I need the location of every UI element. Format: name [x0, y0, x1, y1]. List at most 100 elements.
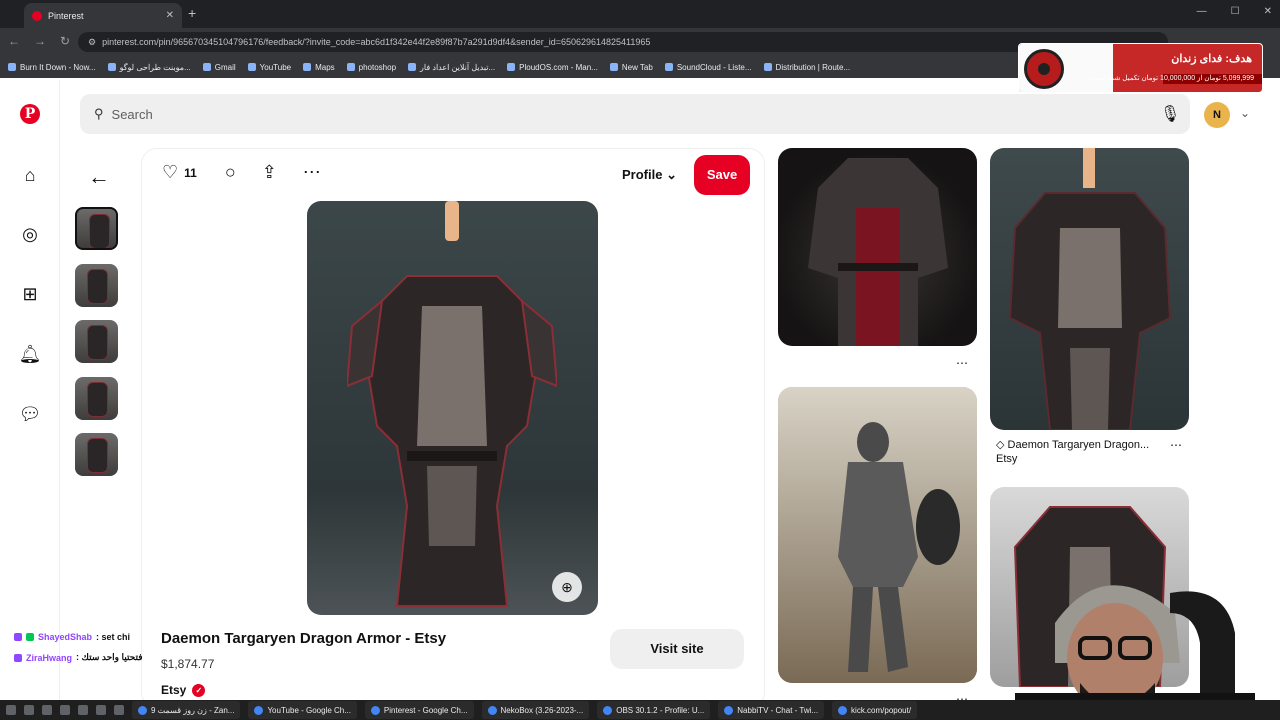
maximize-icon[interactable]: ☐ — [1231, 6, 1240, 17]
close-tab-icon[interactable]: ✕ — [166, 10, 174, 21]
close-window-icon[interactable]: ✕ — [1264, 6, 1272, 17]
comment-icon[interactable]: ○ — [225, 162, 236, 183]
pinterest-favicon-icon — [32, 10, 42, 21]
taskbar-item-label: NekoBox (3.26-2023-... — [500, 705, 584, 715]
bookmark-label: Distribution | Route... — [775, 62, 851, 72]
chat-message: ZiraHwang : فتحتيا واحد ستك — [14, 652, 143, 663]
taskbar-item[interactable]: NabbiTV - Chat - Twi... — [718, 701, 825, 719]
bookmark-item[interactable]: Distribution | Route... — [763, 62, 851, 72]
taskbar-app-icon — [838, 705, 848, 715]
bookmark-label: Maps — [315, 62, 335, 72]
taskbar-item[interactable]: Pinterest - Google Ch... — [364, 701, 474, 719]
webcam-overlay — [985, 553, 1255, 720]
bookmark-item[interactable]: photoshop — [346, 63, 396, 72]
pin-title: Daemon Targaryen Dragon Armor - Etsy — [161, 630, 447, 647]
sharingan-logo-icon — [1024, 49, 1064, 89]
new-tab-button[interactable]: + — [188, 5, 196, 21]
site-info-icon[interactable]: ⚙ — [88, 37, 96, 48]
taskbar-item[interactable]: kick.com/popout/ — [832, 701, 918, 719]
thumbnail-3[interactable] — [75, 320, 118, 363]
bookmark-favicon-icon — [346, 63, 355, 71]
bookmark-favicon-icon — [247, 63, 256, 71]
taskbar-app-icon — [370, 705, 380, 715]
related-pin-image[interactable] — [990, 148, 1189, 430]
taskbar-item[interactable]: زن روز قسمت 9 - Zan... — [132, 701, 241, 719]
url-text: pinterest.com/pin/965670345104796176/fee… — [102, 37, 651, 47]
armor-illustration — [347, 275, 557, 607]
search-bar[interactable]: ⚲ Search — [80, 94, 1190, 134]
taskbar-item-label: YouTube - Google Ch... — [267, 705, 351, 715]
pin-main-image[interactable] — [307, 201, 598, 615]
bookmark-item[interactable]: Gmail — [202, 62, 236, 72]
pin-caption-source: Etsy — [996, 453, 1018, 465]
home-icon[interactable]: ⌂ — [18, 163, 42, 187]
windows-start-icon[interactable] — [6, 705, 16, 715]
taskbar-app-icon — [487, 705, 497, 715]
browser-tab[interactable]: Pinterest ✕ — [24, 3, 182, 28]
forward-icon[interactable]: → — [34, 34, 46, 48]
firefox-icon[interactable] — [114, 705, 124, 715]
more-options-icon[interactable]: ⋯ — [303, 162, 321, 183]
task-view-icon[interactable] — [42, 705, 52, 715]
thumbnail-5[interactable] — [75, 433, 118, 476]
nav-buttons: ← → ↻ — [8, 34, 70, 48]
bookmark-label: Gmail — [214, 62, 236, 72]
minimize-icon[interactable]: — — [1197, 6, 1207, 17]
taskbar-item[interactable]: OBS 30.1.2 - Profile: U... — [597, 701, 711, 719]
taskbar-search-icon[interactable] — [24, 705, 34, 715]
avatar[interactable]: N — [1204, 102, 1230, 128]
bookmark-item[interactable]: SoundCloud - Liste... — [664, 63, 752, 72]
explore-icon[interactable]: ◎ — [18, 222, 42, 246]
thumbnail-2[interactable] — [75, 263, 118, 307]
bookmark-item[interactable]: Maps — [303, 63, 335, 72]
pin-more-icon[interactable]: ⋯ — [956, 356, 968, 370]
bookmark-favicon-icon — [202, 63, 211, 71]
pin-actions: ♡ 11 ○ ⇪ ⋯ — [162, 162, 321, 183]
app-icon[interactable] — [78, 705, 88, 715]
pin-more-icon[interactable]: ⋯ — [1170, 438, 1182, 452]
back-arrow-icon[interactable]: ← — [88, 164, 110, 190]
bookmark-favicon-icon — [408, 63, 417, 71]
bookmark-label: Burn It Down - Now... — [20, 62, 96, 72]
heart-icon[interactable]: ♡ — [162, 162, 178, 183]
profile-label: Profile — [622, 167, 663, 182]
sub-badge-icon — [26, 633, 34, 641]
back-icon[interactable]: ← — [8, 34, 20, 48]
create-icon[interactable]: ⊞ — [18, 282, 42, 306]
search-input[interactable]: Search — [112, 107, 153, 122]
edge-icon[interactable] — [60, 705, 70, 715]
pin-caption[interactable]: ◇ Daemon Targaryen Dragon... — [996, 438, 1149, 451]
pinterest-logo-icon[interactable]: P — [20, 104, 40, 124]
bookmark-item[interactable]: تبدیل آنلاین اعداد فار... — [408, 63, 495, 72]
account-chevron-down-icon[interactable]: ⌄ — [1240, 106, 1250, 120]
taskbar-app-icon — [724, 705, 734, 715]
bookmark-item[interactable]: Burn It Down - Now... — [8, 63, 96, 72]
url-bar[interactable]: ⚙ pinterest.com/pin/965670345104796176/f… — [78, 32, 1168, 52]
notifications-bell-icon[interactable]: 🔔︎ — [18, 342, 42, 366]
save-button[interactable]: Save — [694, 155, 750, 195]
bookmark-favicon-icon — [8, 63, 16, 71]
bookmark-item[interactable]: PloudOS.com - Man... — [507, 63, 598, 72]
microphone-icon[interactable]: 🎙︎ — [1160, 104, 1180, 124]
chat-username: ShayedShab — [38, 632, 93, 642]
messages-icon[interactable]: 💬︎ — [18, 402, 42, 426]
visit-site-button[interactable]: Visit site — [610, 629, 744, 669]
pin-store[interactable]: Etsy ✓ — [161, 683, 206, 697]
bookmark-label: PloudOS.com - Man... — [519, 62, 598, 72]
related-pin-image[interactable] — [778, 148, 977, 346]
visual-search-lens-icon[interactable]: ⊕ — [552, 572, 582, 602]
taskbar-item[interactable]: NekoBox (3.26-2023-... — [481, 701, 590, 719]
taskbar-item[interactable]: YouTube - Google Ch... — [248, 701, 357, 719]
browser-tabbar: Pinterest ✕ + — ☐ ✕ — [0, 0, 1280, 28]
app-icon[interactable] — [96, 705, 106, 715]
thumbnail-1[interactable] — [75, 207, 118, 250]
share-icon[interactable]: ⇪ — [262, 162, 277, 183]
bookmark-item[interactable]: YouTube — [247, 63, 291, 72]
bookmark-item[interactable]: موبنت طراحی لوگو... — [107, 63, 191, 72]
reload-icon[interactable]: ↻ — [60, 34, 70, 48]
armor-tunic-illustration — [808, 158, 948, 346]
related-pin-image[interactable] — [778, 387, 977, 683]
thumbnail-4[interactable] — [75, 376, 118, 420]
bookmark-item[interactable]: New Tab — [609, 63, 653, 72]
profile-dropdown[interactable]: Profile ⌄ — [622, 167, 677, 183]
